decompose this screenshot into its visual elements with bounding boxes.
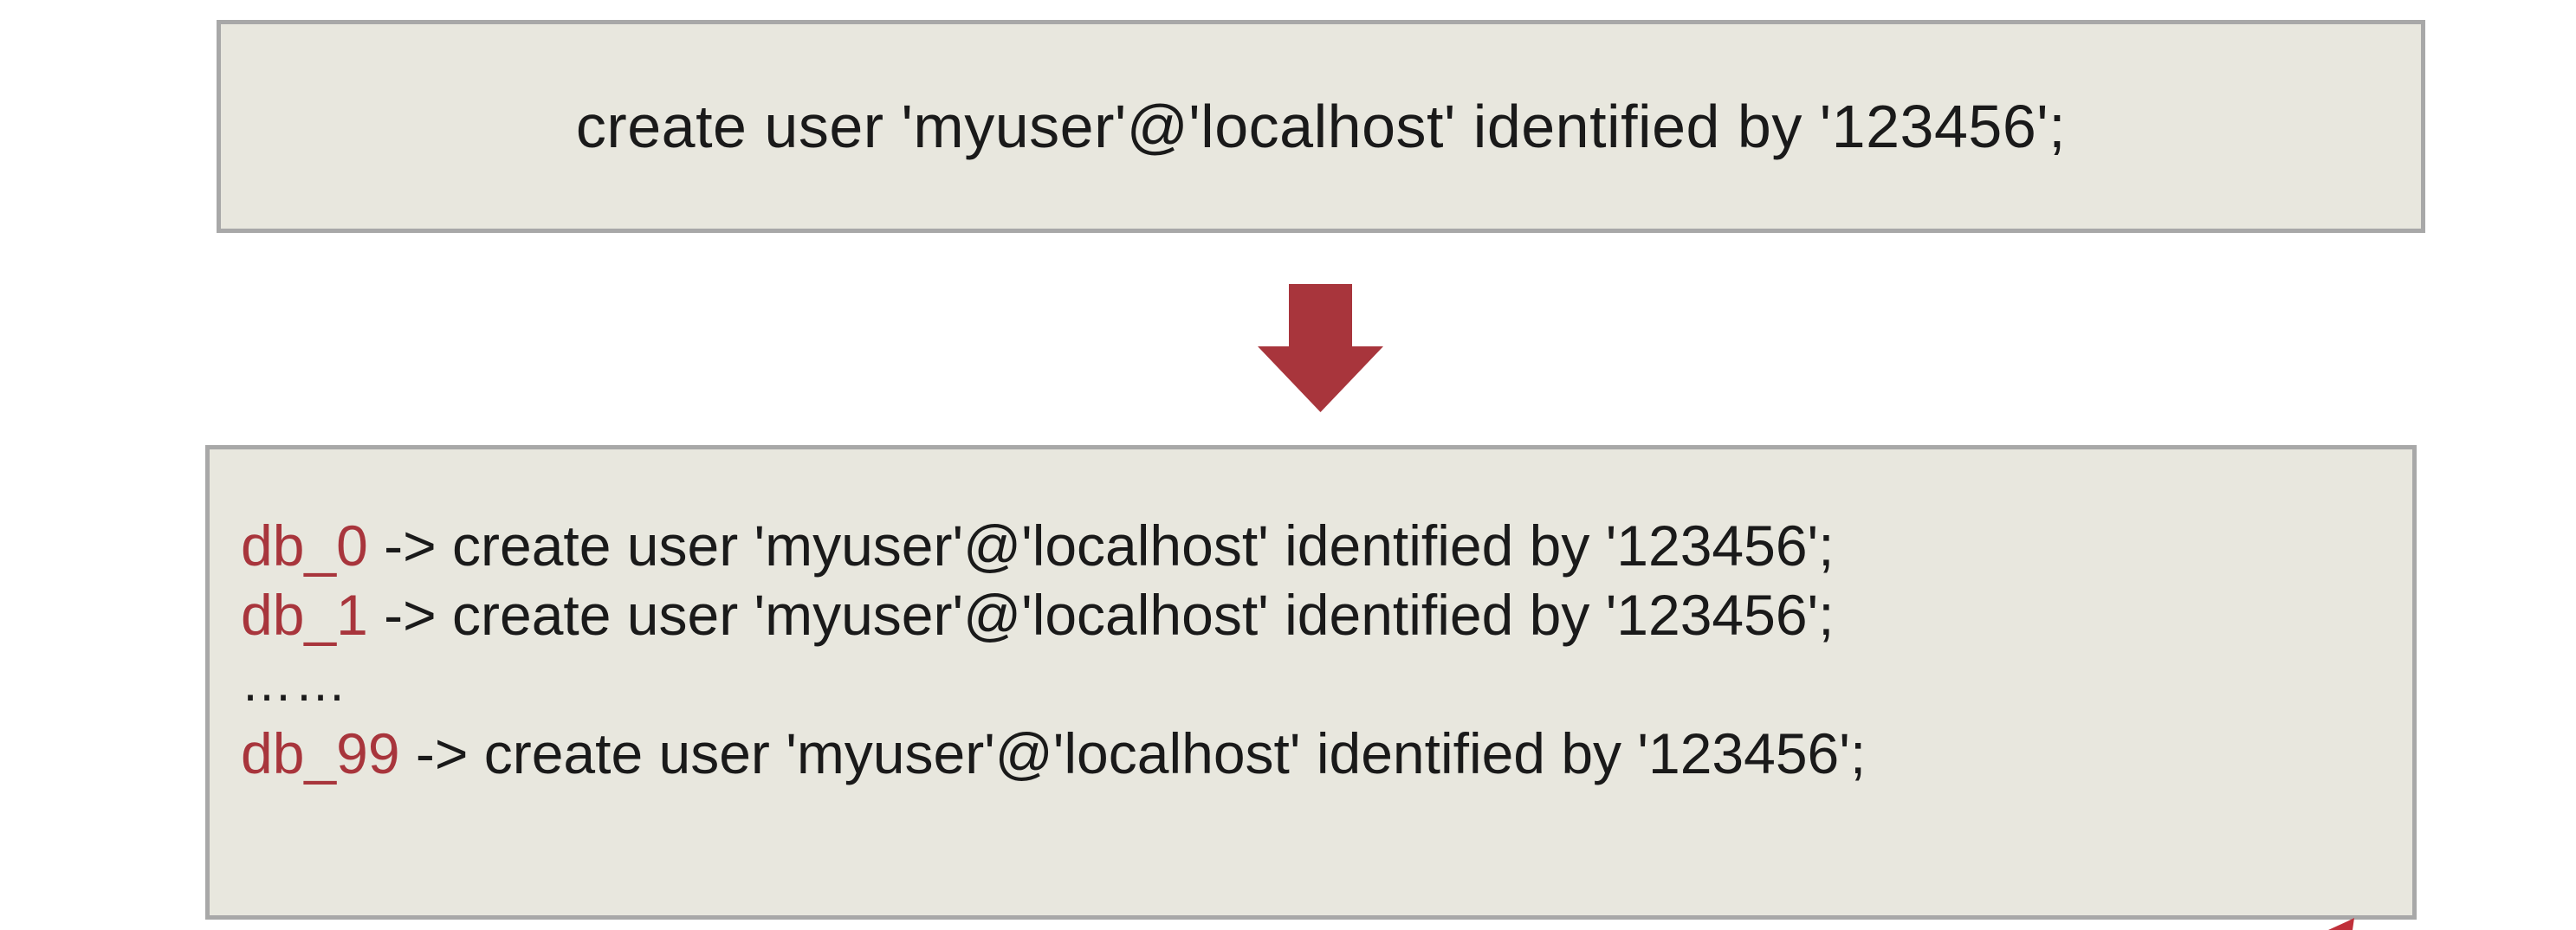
arrow-down-icon xyxy=(1258,284,1383,412)
source-statement-box: create user 'myuser'@'localhost' identif… xyxy=(217,20,2425,233)
shard-statement-line: db_99 -> create user 'myuser'@'localhost… xyxy=(241,725,1866,782)
source-sql-statement: create user 'myuser'@'localhost' identif… xyxy=(575,93,2067,160)
corner-mark-icon xyxy=(2328,918,2354,930)
sharded-statements-box: db_0 -> create user 'myuser'@'localhost'… xyxy=(205,445,2417,920)
ellipsis-line: …… xyxy=(241,654,348,712)
shard-db-label: db_99 xyxy=(241,721,400,785)
shard-db-label: db_0 xyxy=(241,513,368,578)
shard-statement-line: db_1 -> create user 'myuser'@'localhost'… xyxy=(241,586,1834,643)
shard-db-label: db_1 xyxy=(241,583,368,647)
shard-statement-line: db_0 -> create user 'myuser'@'localhost'… xyxy=(241,517,1834,574)
shard-sql-statement: -> create user 'myuser'@'localhost' iden… xyxy=(399,721,1867,785)
shard-sql-statement: -> create user 'myuser'@'localhost' iden… xyxy=(367,583,1835,647)
shard-sql-statement: -> create user 'myuser'@'localhost' iden… xyxy=(367,513,1835,578)
